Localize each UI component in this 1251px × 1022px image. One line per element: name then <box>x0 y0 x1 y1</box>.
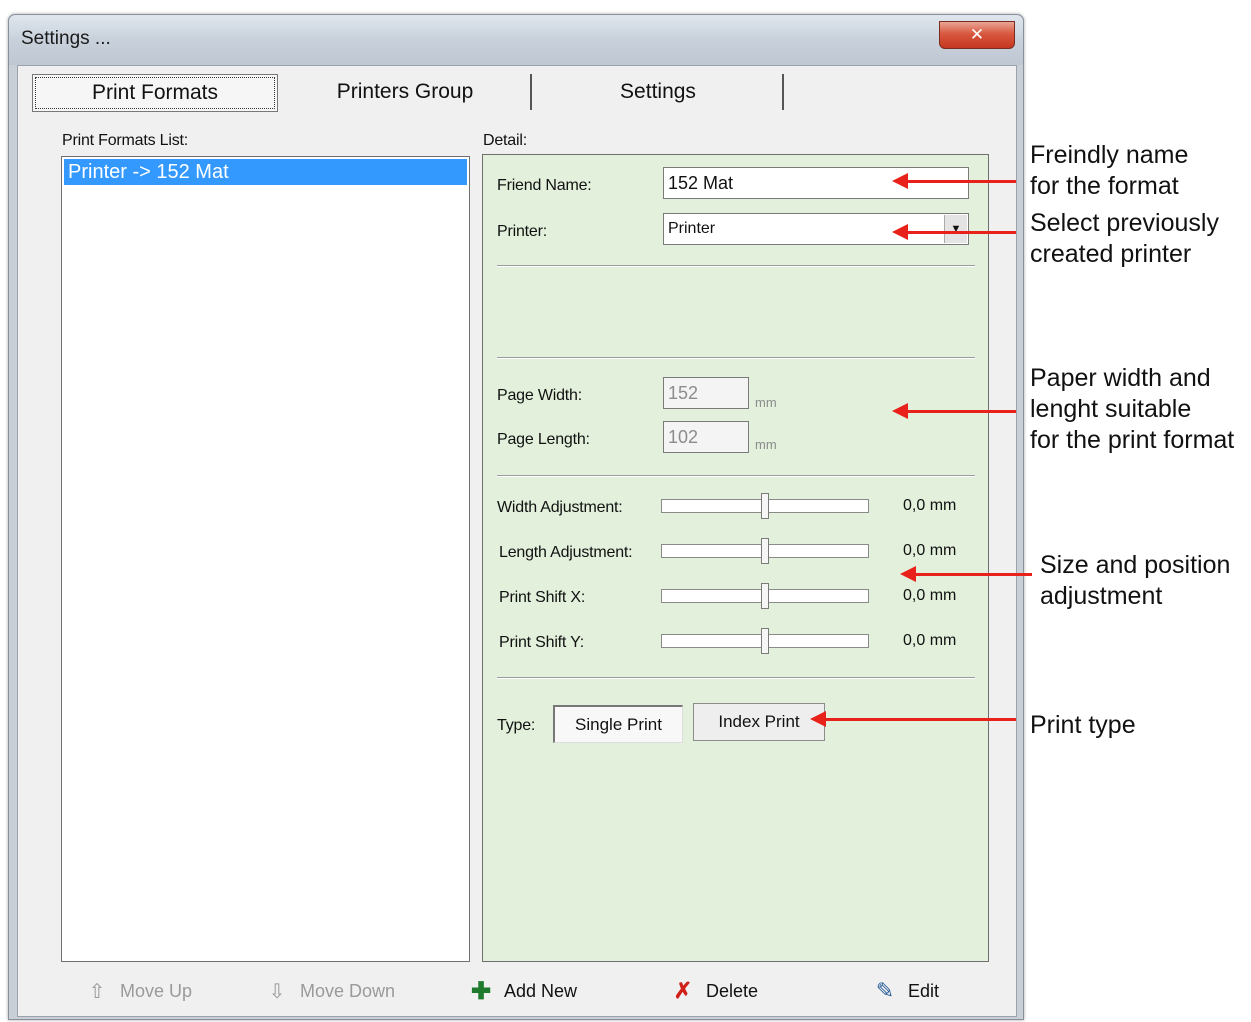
detail-label: Detail: <box>483 132 527 149</box>
annotation-text: Freindly name for the format <box>1030 141 1189 200</box>
friend-name-label: Friend Name: <box>497 177 592 194</box>
page-width-label: Page Width: <box>497 387 582 404</box>
print-formats-list-label: Print Formats List: <box>62 132 189 149</box>
add-new-button[interactable]: ✚ Add New <box>468 976 577 1006</box>
move-up-button[interactable]: ⇧ Move Up <box>84 976 192 1006</box>
arrow-up-icon: ⇧ <box>88 980 106 1003</box>
annotation-select-printer: Select previously created printer <box>1030 208 1219 270</box>
divider <box>497 475 975 477</box>
window-title: Settings ... <box>21 28 111 49</box>
annotation-paper-size: Paper width and lenght suitable for the … <box>1030 363 1234 456</box>
print-shift-y-slider-thumb[interactable] <box>761 628 769 654</box>
chevron-down-icon[interactable]: ▼ <box>944 215 967 243</box>
annotation-arrow <box>892 173 1016 189</box>
page-length-field[interactable]: 102 <box>663 421 749 453</box>
edit-button[interactable]: ✎ Edit <box>872 976 939 1006</box>
page-width-unit: mm <box>755 395 777 410</box>
length-adjustment-slider-thumb[interactable] <box>761 538 769 564</box>
annotation-arrow <box>810 711 1016 727</box>
title-bar: Settings ... ✕ <box>9 15 1023 65</box>
delete-button[interactable]: ✗ Delete <box>670 976 758 1006</box>
printer-select-value: Printer <box>668 220 716 237</box>
list-item[interactable]: Printer -> 152 Mat <box>64 159 467 185</box>
page-length-unit: mm <box>755 437 777 452</box>
annotation-print-type: Print type <box>1030 710 1136 741</box>
arrow-down-icon: ⇩ <box>268 980 286 1003</box>
move-down-label: Move Down <box>300 980 396 1001</box>
annotation-text: Print type <box>1030 711 1136 739</box>
divider <box>497 677 975 679</box>
plus-icon: ✚ <box>470 977 492 1005</box>
annotation-arrow <box>892 224 1016 240</box>
print-shift-x-value: 0,0 mm <box>903 587 957 604</box>
friend-name-value: 152 Mat <box>668 172 734 193</box>
length-adjustment-label: Length Adjustment: <box>499 544 633 561</box>
width-adjustment-slider-thumb[interactable] <box>761 493 769 519</box>
settings-window: Settings ... ✕ Print Formats Printers Gr… <box>8 14 1024 1020</box>
dialog-client: Print Formats Printers Group Settings Pr… <box>17 65 1017 1017</box>
annotation-arrow <box>892 403 1016 419</box>
annotation-size-position: Size and position adjustment <box>1040 550 1230 612</box>
print-shift-x-slider-thumb[interactable] <box>761 583 769 609</box>
single-print-button[interactable]: Single Print <box>553 705 683 743</box>
print-shift-y-label: Print Shift Y: <box>499 634 584 651</box>
annotation-arrow <box>900 566 1032 582</box>
page-length-value: 102 <box>668 426 699 447</box>
annotation-friendly-name: Freindly name for the format <box>1030 140 1188 202</box>
annotation-text: Paper width and lenght suitable for the … <box>1030 364 1235 454</box>
x-icon: ✗ <box>673 978 693 1003</box>
edit-label: Edit <box>908 980 940 1001</box>
pencil-icon: ✎ <box>875 978 895 1003</box>
length-adjustment-value: 0,0 mm <box>903 542 957 559</box>
page-width-field[interactable]: 152 <box>663 377 749 409</box>
page-width-value: 152 <box>668 382 699 403</box>
divider <box>497 265 975 267</box>
printer-select[interactable]: Printer ▼ <box>663 213 969 245</box>
width-adjustment-value: 0,0 mm <box>903 497 957 514</box>
friend-name-field[interactable]: 152 Mat <box>663 167 969 199</box>
page-length-label: Page Length: <box>497 431 590 448</box>
divider <box>497 357 975 359</box>
move-up-label: Move Up <box>120 980 193 1001</box>
annotation-text: Size and position adjustment <box>1040 551 1231 610</box>
add-new-label: Add New <box>504 980 578 1001</box>
width-adjustment-label: Width Adjustment: <box>497 499 623 516</box>
print-formats-listbox[interactable]: Printer -> 152 Mat <box>61 156 470 962</box>
printer-label: Printer: <box>497 223 547 240</box>
detail-panel: Friend Name: 152 Mat Printer: Printer ▼ … <box>482 154 989 962</box>
annotation-text: Select previously created printer <box>1030 209 1219 268</box>
tab-printers-group[interactable]: Printers Group <box>280 74 532 110</box>
close-button[interactable]: ✕ <box>939 21 1015 49</box>
print-shift-y-value: 0,0 mm <box>903 632 957 649</box>
type-label: Type: <box>497 717 536 734</box>
tab-settings[interactable]: Settings <box>534 74 784 110</box>
delete-label: Delete <box>706 980 759 1001</box>
index-print-button[interactable]: Index Print <box>693 703 825 741</box>
move-down-button[interactable]: ⇩ Move Down <box>264 976 395 1006</box>
tab-print-formats[interactable]: Print Formats <box>32 74 278 112</box>
print-shift-x-label: Print Shift X: <box>499 589 586 606</box>
close-icon: ✕ <box>969 25 985 45</box>
